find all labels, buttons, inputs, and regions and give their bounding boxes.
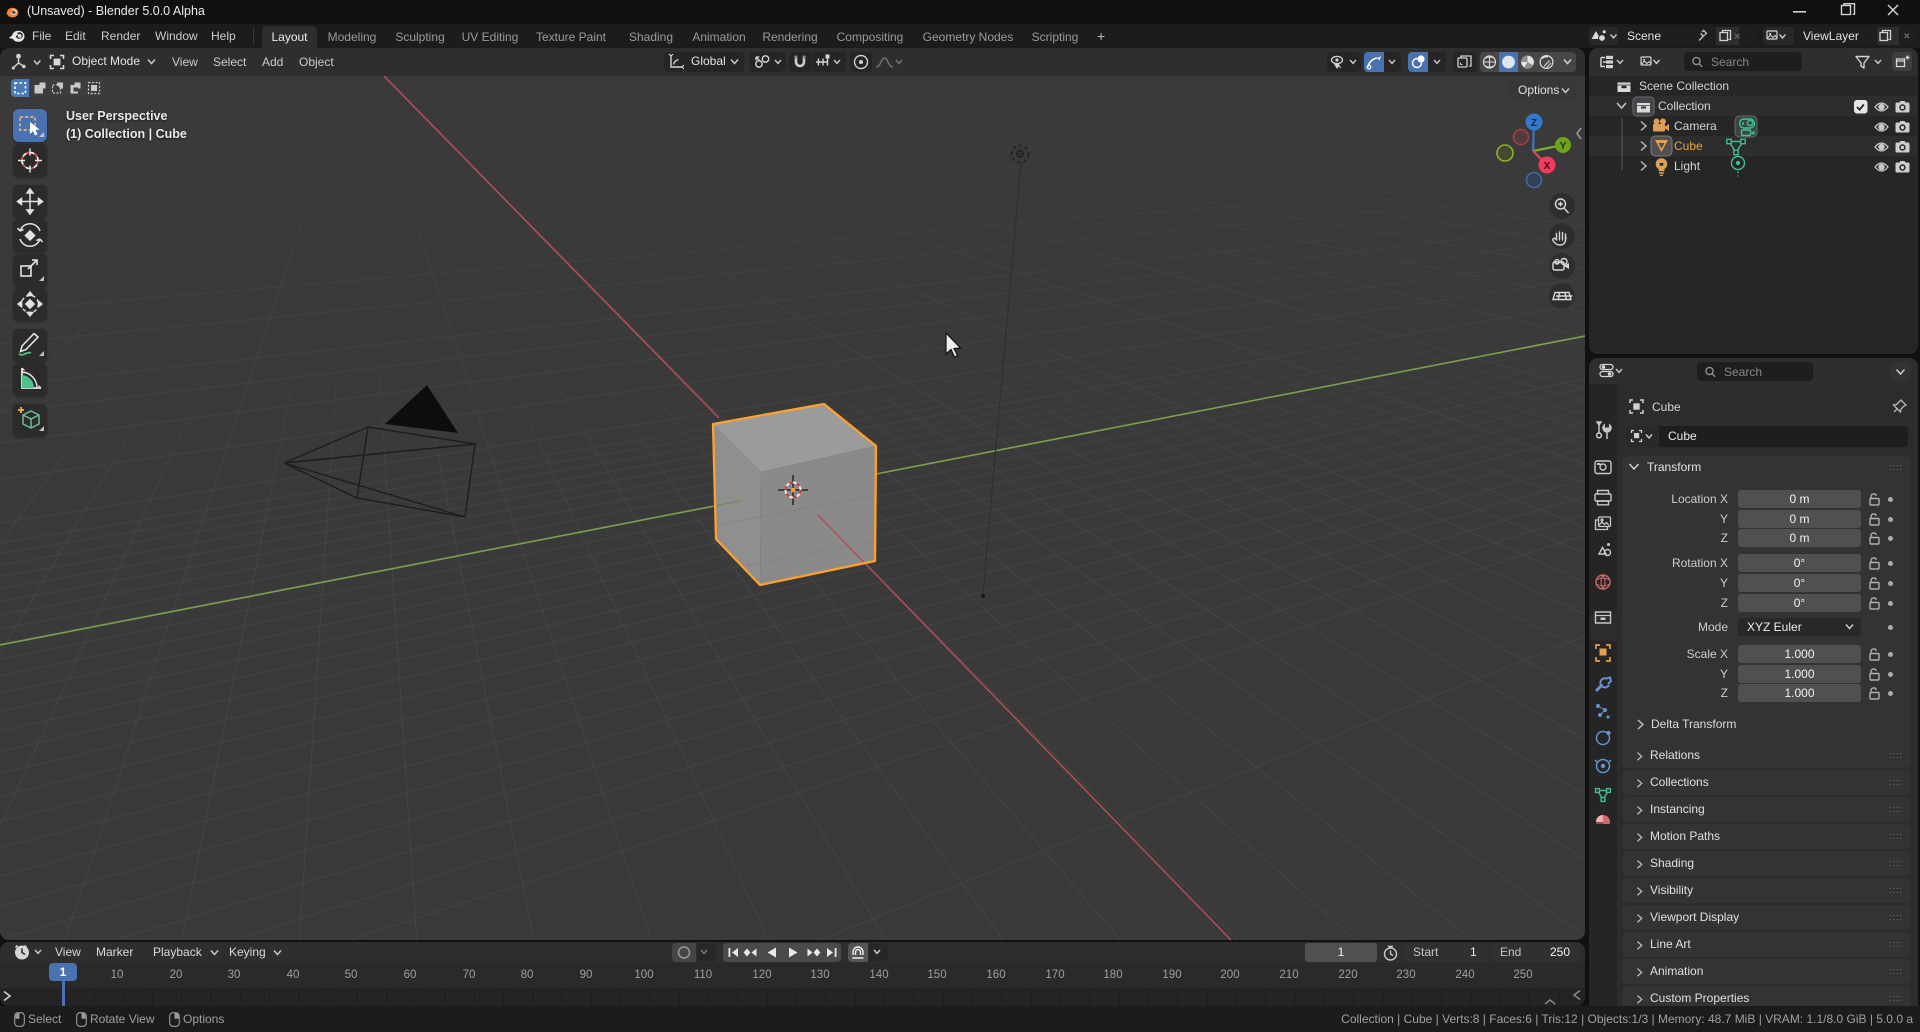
svg-text:250: 250	[1513, 969, 1532, 981]
svg-text:110: 110	[694, 969, 712, 981]
svg-text:100: 100	[634, 969, 653, 981]
svg-text:60: 60	[404, 969, 417, 981]
svg-text:160: 160	[986, 969, 1005, 981]
svg-text:50: 50	[345, 969, 358, 981]
svg-text:70: 70	[463, 969, 476, 981]
svg-text:140: 140	[869, 969, 888, 981]
svg-text:200: 200	[1220, 969, 1239, 981]
svg-text:Y: Y	[1559, 140, 1566, 152]
svg-text:40: 40	[287, 969, 300, 981]
svg-text:170: 170	[1045, 969, 1064, 981]
svg-text:190: 190	[1162, 969, 1181, 981]
svg-text:240: 240	[1455, 969, 1474, 981]
svg-text:20: 20	[170, 969, 183, 981]
svg-text:30: 30	[228, 969, 241, 981]
svg-text:90: 90	[580, 969, 593, 981]
svg-text:230: 230	[1396, 969, 1415, 981]
svg-text:10: 10	[111, 969, 124, 981]
svg-text:180: 180	[1103, 969, 1122, 981]
svg-text:210: 210	[1279, 969, 1298, 981]
svg-text:220: 220	[1338, 969, 1357, 981]
svg-text:120: 120	[752, 969, 771, 981]
svg-text:Z: Z	[1531, 117, 1538, 129]
svg-text:150: 150	[927, 969, 946, 981]
svg-text:130: 130	[810, 969, 829, 981]
svg-text:80: 80	[521, 969, 534, 981]
svg-text:X: X	[1543, 160, 1550, 172]
